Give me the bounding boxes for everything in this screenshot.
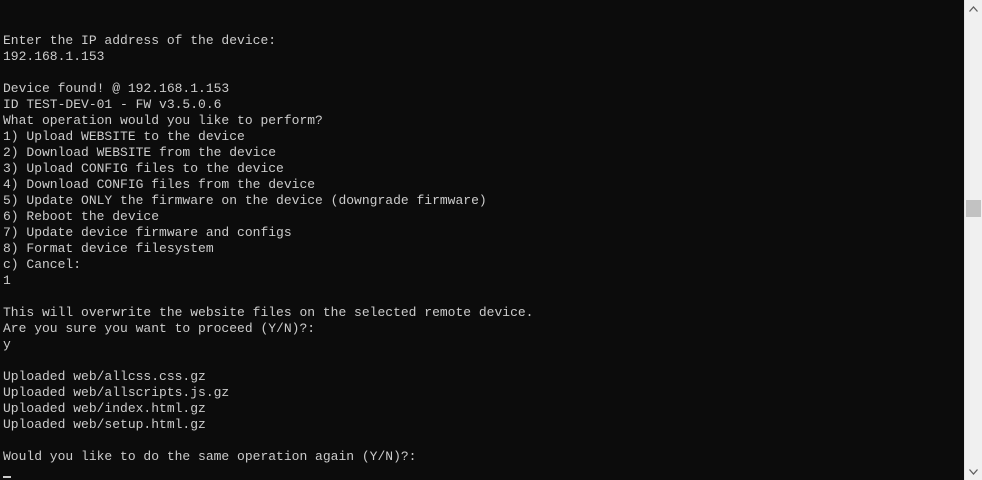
console-line: c) Cancel:	[3, 257, 82, 272]
console-line: 1) Upload WEBSITE to the device	[3, 129, 245, 144]
console-line: Uploaded web/allcss.css.gz	[3, 369, 206, 384]
console-line: 5) Update ONLY the firmware on the devic…	[3, 193, 487, 208]
console-line: y	[3, 337, 11, 352]
console-line: 4) Download CONFIG files from the device	[3, 177, 316, 192]
text-cursor	[3, 476, 11, 478]
scroll-up-button[interactable]	[965, 0, 982, 17]
console-line: Uploaded web/index.html.gz	[3, 401, 206, 416]
scroll-down-button[interactable]	[965, 463, 982, 480]
console-line: Uploaded web/setup.html.gz	[3, 417, 206, 432]
scroll-thumb[interactable]	[966, 200, 981, 217]
console-line: Uploaded web/allscripts.js.gz	[3, 385, 230, 400]
chevron-up-icon	[969, 5, 978, 12]
vertical-scrollbar[interactable]	[964, 0, 982, 480]
chevron-down-icon	[969, 468, 978, 475]
console-output[interactable]: Enter the IP address of the device: 192.1…	[3, 33, 958, 480]
console-line: Are you sure you want to proceed (Y/N)?:	[3, 321, 316, 336]
console-line: 8) Format device filesystem	[3, 241, 214, 256]
console-line: Would you like to do the same operation …	[3, 449, 417, 464]
console-line: 3) Upload CONFIG files to the device	[3, 161, 284, 176]
console-line: ID TEST-DEV-01 - FW v3.5.0.6	[3, 97, 222, 112]
console-line: 7) Update device firmware and configs	[3, 225, 292, 240]
console-window: Enter the IP address of the device: 192.1…	[0, 0, 982, 480]
console-line: 1	[3, 273, 11, 288]
console-line: 2) Download WEBSITE from the device	[3, 145, 277, 160]
console-line: What operation would you like to perform…	[3, 113, 323, 128]
console-line: 6) Reboot the device	[3, 209, 160, 224]
console-line: Enter the IP address of the device:	[3, 33, 277, 48]
console-line: This will overwrite the website files on…	[3, 305, 534, 320]
console-line: Device found! @ 192.168.1.153	[3, 81, 230, 96]
console-line: 192.168.1.153	[3, 49, 105, 64]
